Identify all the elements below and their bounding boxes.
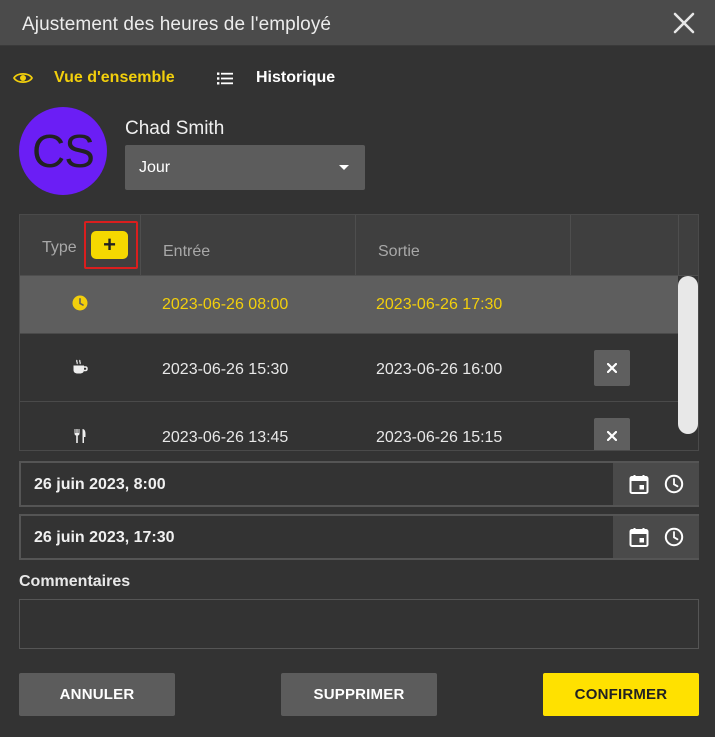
end-datetime-field[interactable]: 26 juin 2023, 17:30 xyxy=(19,514,699,560)
start-datetime-value: 26 juin 2023, 8:00 xyxy=(34,476,166,493)
end-datetime-value: 26 juin 2023, 17:30 xyxy=(34,529,175,546)
table-row[interactable]: 2023-06-26 13:45 2023-06-26 15:15 xyxy=(20,402,680,450)
close-icon xyxy=(673,12,695,34)
table-header: Type + Entrée Sortie xyxy=(20,215,698,276)
row-exit: 2023-06-26 15:15 xyxy=(376,429,503,446)
close-button[interactable] xyxy=(668,7,700,39)
column-header-entry: Entrée xyxy=(141,215,356,276)
delete-row-button[interactable] xyxy=(594,418,630,450)
clock-icon xyxy=(70,295,90,311)
tab-overview-label: Vue d'ensemble xyxy=(54,69,175,86)
period-select-value: Jour xyxy=(139,159,171,176)
dialog-titlebar: Ajustement des heures de l'employé xyxy=(0,0,715,46)
comments-label: Commentaires xyxy=(19,573,131,590)
table-row[interactable]: 2023-06-26 15:30 2023-06-26 16:00 xyxy=(20,334,680,402)
cancel-button[interactable]: ANNULER xyxy=(19,673,175,716)
punch-table: Type + Entrée Sortie 2023-06-26 08:00 20… xyxy=(19,214,699,451)
table-row[interactable]: 2023-06-26 08:00 2023-06-26 17:30 xyxy=(20,276,680,334)
period-select[interactable]: Jour xyxy=(125,145,365,190)
column-header-exit: Sortie xyxy=(356,215,571,276)
delete-row-button[interactable] xyxy=(594,350,630,386)
row-exit: 2023-06-26 17:30 xyxy=(376,296,503,313)
start-datetime-pickers xyxy=(613,463,699,505)
row-entry: 2023-06-26 15:30 xyxy=(162,361,289,378)
calendar-icon[interactable] xyxy=(629,527,649,547)
utensils-icon xyxy=(70,428,90,444)
coffee-icon xyxy=(70,359,90,375)
row-entry: 2023-06-26 08:00 xyxy=(162,296,289,313)
list-icon xyxy=(214,72,236,85)
eye-icon xyxy=(12,71,34,85)
clock-icon[interactable] xyxy=(664,474,684,494)
row-entry: 2023-06-26 13:45 xyxy=(162,429,289,446)
column-header-actions xyxy=(571,215,679,276)
chevron-down-icon xyxy=(339,165,349,170)
employee-name: Chad Smith xyxy=(125,118,225,139)
column-header-entry-label: Entrée xyxy=(163,243,211,260)
add-punch-button[interactable]: + xyxy=(91,231,128,259)
tab-history-label: Historique xyxy=(256,69,336,86)
confirm-button[interactable]: CONFIRMER xyxy=(543,673,699,716)
close-icon xyxy=(607,431,617,441)
comments-input[interactable] xyxy=(19,599,699,649)
scrollbar-thumb[interactable] xyxy=(678,276,698,434)
delete-button[interactable]: SUPPRIMER xyxy=(281,673,437,716)
end-datetime-pickers xyxy=(613,516,699,558)
start-datetime-field[interactable]: 26 juin 2023, 8:00 xyxy=(19,461,699,507)
close-icon xyxy=(607,363,617,373)
calendar-icon[interactable] xyxy=(629,474,649,494)
dialog-title: Ajustement des heures de l'employé xyxy=(22,14,332,35)
column-header-type-label: Type xyxy=(42,239,77,256)
tab-history[interactable]: Historique xyxy=(214,66,335,90)
table-scrollbar[interactable] xyxy=(678,276,698,450)
column-header-exit-label: Sortie xyxy=(378,243,420,260)
column-header-type: Type + xyxy=(20,215,141,276)
clock-icon[interactable] xyxy=(664,527,684,547)
avatar: CS xyxy=(19,107,107,195)
row-exit: 2023-06-26 16:00 xyxy=(376,361,503,378)
tab-overview[interactable]: Vue d'ensemble xyxy=(12,66,175,90)
